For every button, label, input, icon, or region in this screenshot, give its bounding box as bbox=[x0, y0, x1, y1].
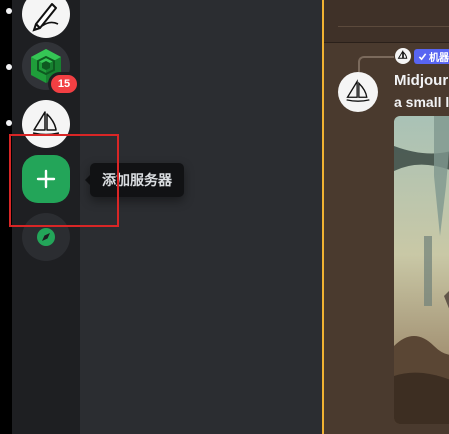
chat-header-divider bbox=[338, 26, 449, 27]
unread-indicator bbox=[6, 8, 12, 14]
reply-avatar[interactable] bbox=[395, 48, 411, 64]
add-server-button[interactable] bbox=[22, 155, 70, 203]
bot-tag: 机器 bbox=[414, 49, 449, 64]
plus-icon bbox=[36, 169, 56, 189]
unread-indicator bbox=[6, 64, 12, 70]
midjourney-sailboat-icon bbox=[397, 50, 408, 59]
author-name[interactable]: Midjourn bbox=[394, 72, 449, 89]
server-icon-cube[interactable]: 15 bbox=[22, 42, 80, 96]
chat-header bbox=[324, 0, 449, 43]
pencil-drawing-icon bbox=[32, 3, 59, 32]
explore-servers-button[interactable] bbox=[22, 213, 70, 261]
channel-panel bbox=[80, 0, 322, 434]
image-attachment[interactable] bbox=[394, 116, 449, 424]
unread-indicator bbox=[6, 120, 12, 126]
server-icon-drawing[interactable] bbox=[22, 0, 70, 38]
compass-icon bbox=[37, 228, 55, 246]
add-server-tooltip: 添加服务器 bbox=[90, 163, 184, 197]
chat-area: 机器 Midjourn a small l bbox=[324, 0, 449, 434]
reply-connector bbox=[358, 56, 394, 72]
notification-badge: 15 bbox=[48, 72, 80, 96]
midjourney-sailboat-icon bbox=[346, 79, 370, 102]
bot-tag-label: 机器 bbox=[429, 53, 449, 64]
message-text: a small l bbox=[394, 94, 449, 110]
server-icon-midjourney[interactable] bbox=[22, 100, 70, 148]
generated-artwork-image bbox=[394, 116, 449, 424]
checkmark-icon bbox=[418, 53, 427, 61]
author-avatar[interactable] bbox=[338, 72, 378, 112]
midjourney-sailboat-icon bbox=[32, 111, 60, 136]
